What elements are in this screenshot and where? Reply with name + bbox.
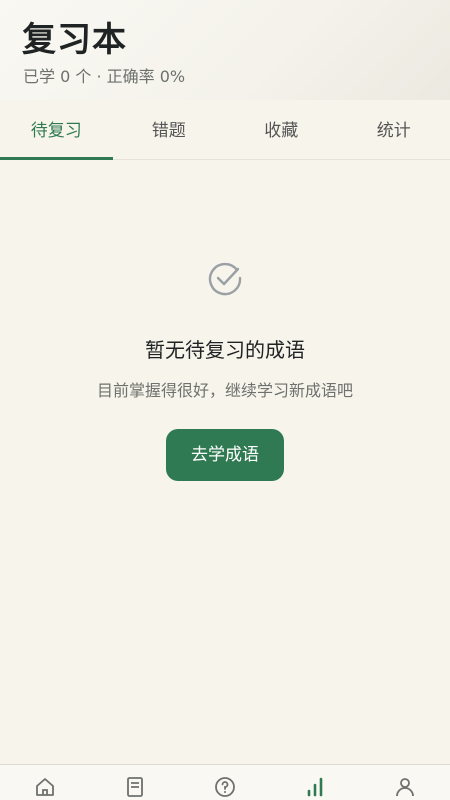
home-icon [36,778,54,796]
nav-book[interactable] [90,765,180,800]
page-subtitle: 已学 0 个 · 正确率 0% [23,67,186,86]
empty-state-title: 暂无待复习的成语 [145,338,305,362]
empty-state-description: 目前掌握得很好，继续学习新成语吧 [96,381,353,400]
book-icon [127,777,143,797]
nav-quiz[interactable] [180,765,270,800]
tab-statistics[interactable]: 统计 [338,102,450,159]
nav-review[interactable] [270,765,360,800]
tab-favorites[interactable]: 收藏 [225,102,338,159]
empty-state: 暂无待复习的成语 目前掌握得很好，继续学习新成语吧 去学成语 [0,260,450,481]
nav-home[interactable] [0,765,90,800]
profile-icon [396,778,414,797]
tab-wrong-answers[interactable]: 错题 [113,102,226,159]
page-title: 复习本 [22,20,127,60]
stats-icon [307,777,323,797]
tab-bar: 待复习 错题 收藏 统计 [0,102,450,160]
review-screen: 复习本 已学 0 个 · 正确率 0% 待复习 错题 收藏 统计 暂无待复习的成… [0,0,450,800]
nav-profile[interactable] [360,765,450,800]
learn-idioms-button[interactable]: 去学成语 [166,429,284,481]
header: 复习本 已学 0 个 · 正确率 0% [0,0,450,100]
check-circle-icon [208,262,242,296]
question-icon [215,777,235,797]
tab-pending-review[interactable]: 待复习 [0,102,113,160]
bottom-nav [0,764,450,800]
